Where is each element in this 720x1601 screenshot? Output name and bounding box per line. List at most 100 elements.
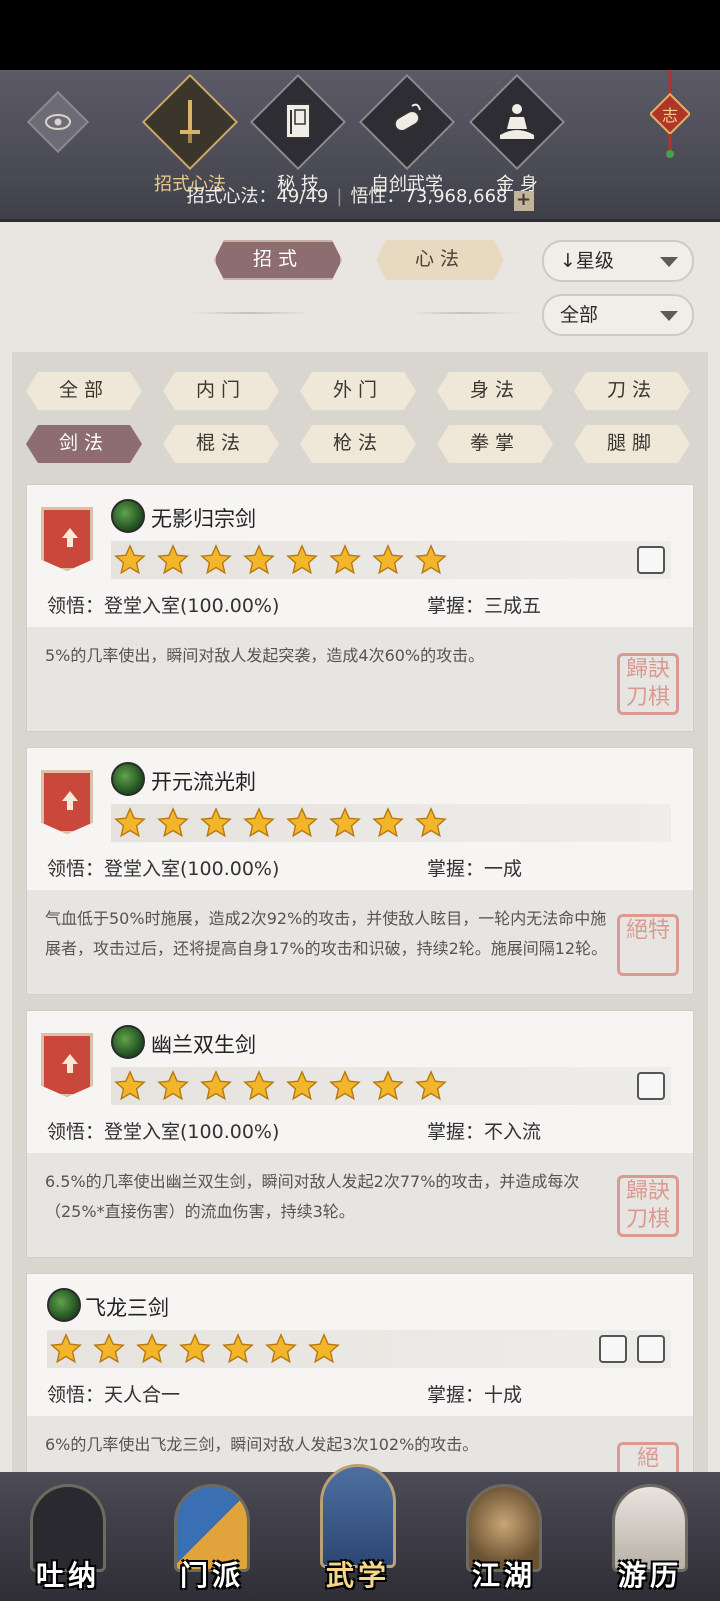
star-icon [285, 543, 319, 577]
star-icon [199, 806, 233, 840]
seg-moves-button[interactable]: 招式 [214, 240, 342, 280]
star-icon [113, 806, 147, 840]
star-icon [328, 806, 362, 840]
upgrade-banner-icon[interactable] [41, 507, 93, 571]
comprehension-label: 领悟： [47, 595, 105, 617]
star-rating [47, 1330, 671, 1368]
moves-count-value: 49/49 [276, 186, 329, 207]
insight-value: 73,968,668 [404, 186, 508, 207]
chevron-down-icon [660, 257, 678, 267]
star-icon [156, 1069, 190, 1103]
filter-chip-blade[interactable]: 刀法 [574, 372, 690, 410]
star-icon [328, 543, 362, 577]
skill-description: 5%的几率使出，瞬间对敌人发起突袭，造成4次60%的攻击。 歸訣刀棋 [27, 627, 693, 731]
mastery-label: 掌握： [427, 1384, 485, 1406]
sort-dropdown[interactable]: ↓星级 [542, 240, 694, 282]
nav-label: 武学 [325, 1559, 390, 1592]
skill-description: 气血低于50%时施展，造成2次92%的攻击，并使敌人眩目，一轮内无法命中施展者，… [27, 890, 693, 994]
skill-type-icon[interactable] [637, 1335, 665, 1363]
star-rating [111, 1067, 671, 1105]
skill-card[interactable]: 开元流光刺 领悟：登堂入室(100.00%) 掌握：一成 气血低于50%时施展，… [26, 747, 694, 995]
skill-leaf-icon [111, 1025, 145, 1059]
scroll-icon [393, 103, 421, 132]
upgrade-banner-icon[interactable] [41, 770, 93, 834]
star-icon [242, 806, 276, 840]
seal-stamp: 絕 [617, 1442, 679, 1472]
comprehension-label: 领悟： [47, 1384, 105, 1406]
nav-label: 门派 [179, 1559, 244, 1592]
star-icon [156, 806, 190, 840]
skill-card[interactable]: 幽兰双生剑 领悟：登堂入室(100.00%) 掌握：不入流 6.5%的几率使出幽… [26, 1010, 694, 1258]
mastery: 掌握：三成五 [427, 591, 541, 618]
star-icon [135, 1332, 169, 1366]
filter-chip-staff[interactable]: 棍法 [163, 425, 279, 463]
eye-icon [45, 114, 71, 130]
chinese-knot-ornament[interactable]: 志 [648, 70, 692, 180]
star-icon [371, 806, 405, 840]
nav-sect[interactable]: 门派 [160, 1484, 264, 1596]
filter-chip-all[interactable]: 全部 [26, 372, 142, 410]
filter-chip-leg[interactable]: 腿脚 [574, 425, 690, 463]
seal-stamp: 歸訣刀棋 [617, 653, 679, 715]
comprehension-value: 登堂入室(100.00%) [104, 595, 280, 617]
tab-self-created[interactable]: 自创武学 [352, 73, 462, 196]
tab-golden-body[interactable]: 金 身 [462, 73, 572, 196]
upgrade-banner-icon[interactable] [41, 1033, 93, 1097]
star-icon [156, 543, 190, 577]
seal-stamp: 歸訣刀棋 [617, 1175, 679, 1237]
filter-chip-inner[interactable]: 内门 [163, 372, 279, 410]
moves-count-label: 招式心法： [186, 186, 277, 207]
filter-chip-outer[interactable]: 外门 [300, 372, 416, 410]
filter-dropdown[interactable]: 全部 [542, 294, 694, 336]
comprehension: 领悟：登堂入室(100.00%) [47, 854, 279, 881]
tab-moves-methods[interactable]: 招式心法 [135, 73, 245, 196]
sword-icon [180, 100, 200, 143]
eye-toggle-button[interactable] [26, 90, 90, 154]
comprehension-value: 天人合一 [104, 1384, 181, 1406]
comprehension-label: 领悟： [47, 1121, 105, 1143]
skill-name: 飞龙三剑 [85, 1296, 169, 1320]
star-icon [113, 543, 147, 577]
star-icon [242, 1069, 276, 1103]
star-icon [199, 1069, 233, 1103]
description-text: 5%的几率使出，瞬间对敌人发起突袭，造成4次60%的攻击。 [45, 646, 485, 665]
star-rating [111, 541, 671, 579]
skill-leaf-icon [111, 499, 145, 533]
mastery-value: 三成五 [484, 595, 542, 617]
comprehension: 领悟：登堂入室(100.00%) [47, 1117, 279, 1144]
insight-label: 悟性： [350, 186, 405, 207]
meditation-icon [500, 104, 534, 139]
nav-martial-arts[interactable]: 武学 [306, 1464, 410, 1596]
skill-type-icon[interactable] [637, 546, 665, 574]
nav-breathing[interactable]: 吐纳 [16, 1484, 120, 1596]
book-icon [285, 103, 311, 139]
mastery-label: 掌握： [427, 858, 485, 880]
filter-chip-sword[interactable]: 剑法 [26, 425, 142, 463]
filter-chip-spear[interactable]: 枪法 [300, 425, 416, 463]
skill-card[interactable]: 飞龙三剑 领悟：天人合一 掌握：十成 6%的几率使出飞龙三剑，瞬间对敌人发起3次… [26, 1273, 694, 1472]
skill-type-icon[interactable] [599, 1335, 627, 1363]
nav-jianghu[interactable]: 江湖 [452, 1484, 556, 1596]
svg-text:志: 志 [662, 106, 678, 125]
skill-card[interactable]: 无影归宗剑 领悟：登堂入室(100.00%) 掌握：三成五 5%的几率使出，瞬间… [26, 484, 694, 732]
separator: | [336, 186, 343, 207]
tab-secret-skills[interactable]: 秘 技 [243, 73, 353, 196]
skill-type-icon[interactable] [637, 1072, 665, 1100]
seg-methods-button[interactable]: 心法 [376, 240, 504, 280]
filter-label: 全部 [560, 304, 599, 326]
nav-travel[interactable]: 游历 [598, 1484, 702, 1596]
star-rating [111, 804, 671, 842]
nav-label: 吐纳 [35, 1559, 100, 1592]
filter-chip-movement[interactable]: 身法 [437, 372, 553, 410]
star-icon [328, 1069, 362, 1103]
sort-label: 星级 [575, 250, 614, 272]
star-icon [92, 1332, 126, 1366]
comprehension-label: 领悟： [47, 858, 105, 880]
knot-icon: 志 [648, 70, 692, 158]
divider-ornament [190, 312, 310, 314]
filter-chip-fist[interactable]: 拳掌 [437, 425, 553, 463]
star-icon [221, 1332, 255, 1366]
skill-description: 6.5%的几率使出幽兰双生剑，瞬间对敌人发起2次77%的攻击，并造成每次（25%… [27, 1153, 693, 1257]
skills-panel: 全部 内门 外门 身法 刀法 剑法 棍法 枪法 拳掌 腿脚 无影归宗剑 领悟：登… [12, 352, 708, 1472]
add-insight-button[interactable]: + [513, 191, 534, 211]
